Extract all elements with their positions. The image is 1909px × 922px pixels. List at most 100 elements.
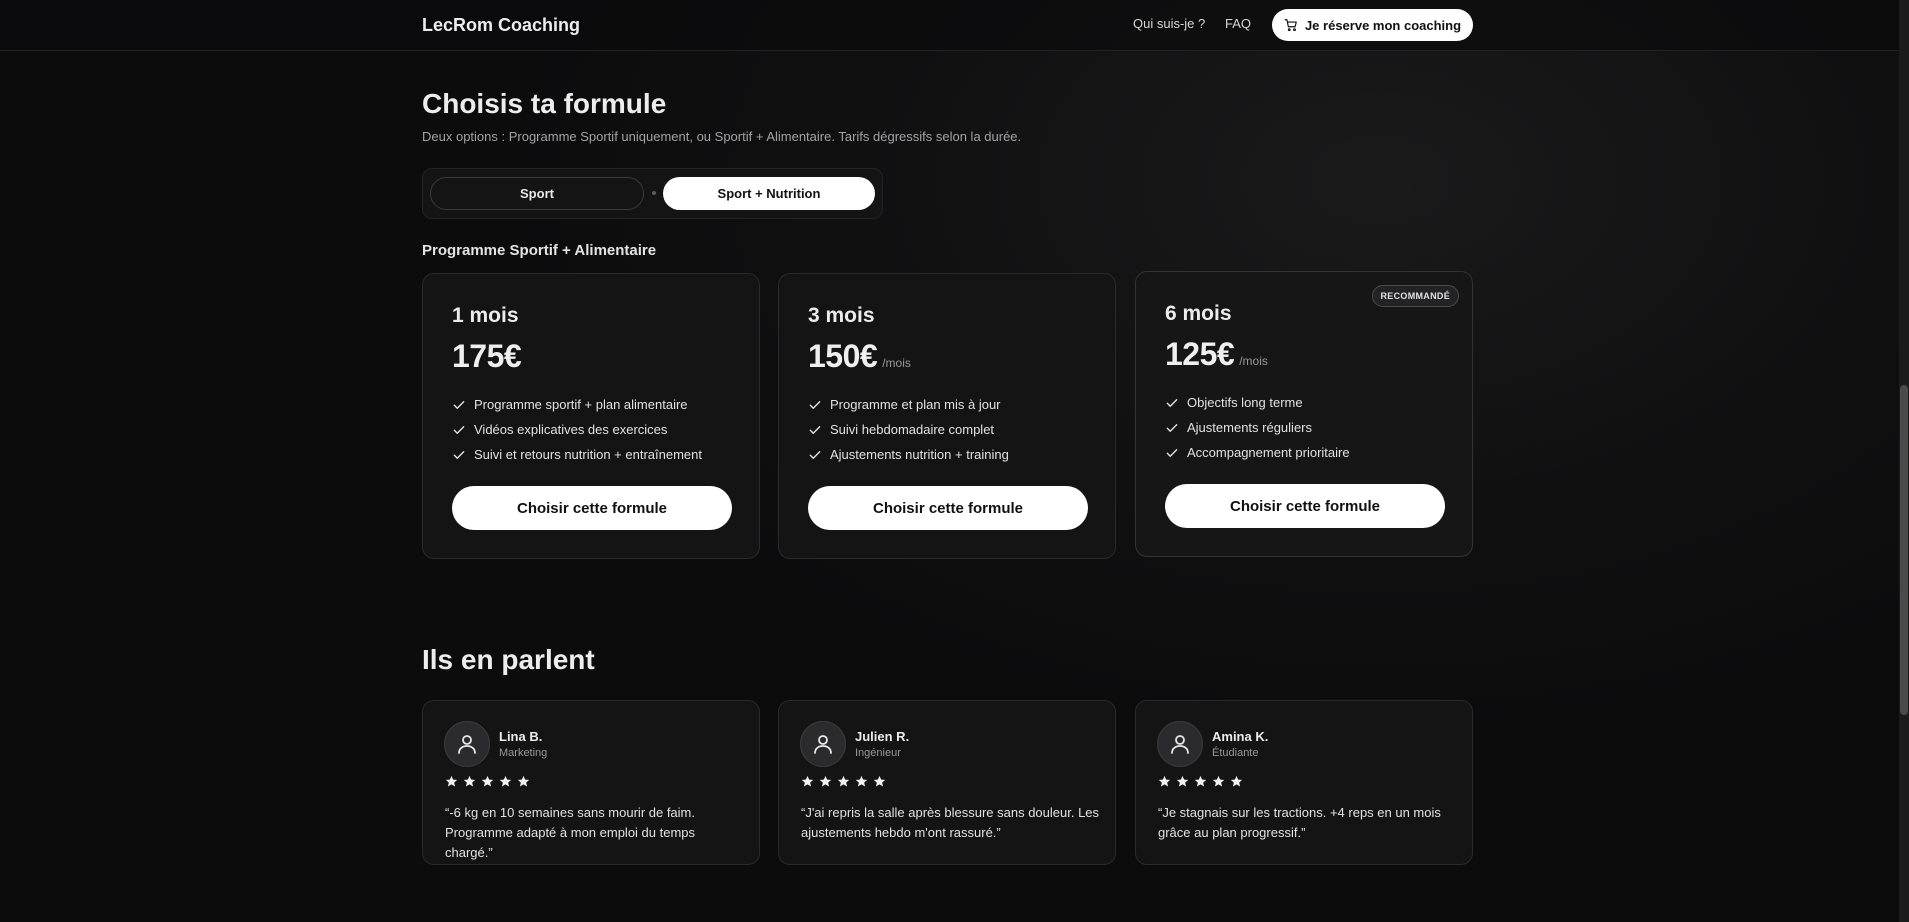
check-icon xyxy=(453,400,465,409)
toggle-sport[interactable]: Sport xyxy=(430,177,644,210)
star-icon xyxy=(1212,775,1225,787)
avatar xyxy=(800,721,846,767)
star-icon xyxy=(837,775,850,787)
feature-text: Programme et plan mis à jour xyxy=(830,397,1001,412)
testimonial-quote: “J'ai repris la salle après blessure san… xyxy=(801,805,1100,840)
feature-text: Suivi et retours nutrition + entraînemen… xyxy=(474,447,702,462)
avatar xyxy=(1157,721,1203,767)
plan-name: 6 mois xyxy=(1165,302,1232,325)
testimonial-quote: “-6 kg en 10 semaines sans mourir de fai… xyxy=(445,805,696,860)
star-icon xyxy=(463,775,476,787)
plan-card-3-months: 3 mois 150€ /mois Programme et plan mis … xyxy=(778,273,1116,559)
feature-text: Accompagnement prioritaire xyxy=(1187,445,1350,460)
testimonial-role: Ingénieur xyxy=(855,747,901,759)
choose-plan-button[interactable]: Choisir cette formule xyxy=(808,486,1088,530)
user-icon xyxy=(458,735,476,754)
testimonial-role: Étudiante xyxy=(1212,747,1259,759)
testimonial-role: Marketing xyxy=(499,747,548,759)
book-coaching-button[interactable]: Je réserve mon coaching xyxy=(1272,9,1473,41)
site-header: LecRom Coaching Qui suis-je ? FAQ Je rés… xyxy=(0,0,1899,51)
star-icon xyxy=(873,775,886,787)
check-icon xyxy=(453,425,465,434)
plan-name: 1 mois xyxy=(452,304,519,327)
plan-price: 125€ xyxy=(1165,336,1235,372)
star-icon xyxy=(499,775,512,787)
plan-price-period: /mois xyxy=(882,356,911,370)
plan-section-label: Programme Sportif + Alimentaire xyxy=(422,242,657,259)
check-icon xyxy=(1166,423,1178,432)
plan-name: 3 mois xyxy=(808,304,875,327)
cart-icon xyxy=(1284,19,1297,32)
feature-item: Ajustements nutrition + training xyxy=(808,442,1009,467)
nav-link-faq[interactable]: FAQ xyxy=(1225,16,1251,31)
feature-text: Vidéos explicatives des exercices xyxy=(474,422,668,437)
book-coaching-label: Je réserve mon coaching xyxy=(1304,17,1462,33)
user-icon xyxy=(814,735,832,754)
feature-item: Suivi hebdomadaire complet xyxy=(808,417,1009,442)
star-icon xyxy=(1158,775,1171,787)
recommended-badge: RECOMMANDÉ xyxy=(1371,285,1459,307)
check-icon xyxy=(453,450,465,459)
avatar xyxy=(444,721,490,767)
feature-text: Ajustements réguliers xyxy=(1187,420,1312,435)
star-rating xyxy=(1158,775,1243,788)
feature-item: Vidéos explicatives des exercices xyxy=(452,417,702,442)
star-icon xyxy=(1230,775,1243,787)
feature-item: Objectifs long terme xyxy=(1165,390,1350,415)
plan-price: 150€ xyxy=(808,338,878,374)
plan-features: Programme sportif + plan alimentaire Vid… xyxy=(452,392,702,467)
feature-text: Suivi hebdomadaire complet xyxy=(830,422,995,437)
pricing-subtitle: Deux options : Programme Sportif uniquem… xyxy=(422,129,1022,144)
star-icon xyxy=(855,775,868,787)
check-icon xyxy=(809,450,821,459)
toggle-sport-nutrition[interactable]: Sport + Nutrition xyxy=(663,177,875,210)
star-rating xyxy=(445,775,530,788)
testimonial-card: Lina B. Marketing “-6 kg en 10 semaines … xyxy=(422,700,760,865)
testimonials-title: Ils en parlent xyxy=(422,644,595,675)
scrollbar-thumb[interactable] xyxy=(1900,385,1908,715)
star-rating xyxy=(801,775,886,788)
feature-text: Objectifs long terme xyxy=(1187,395,1303,410)
testimonial-name: Julien R. xyxy=(855,729,910,744)
star-icon xyxy=(819,775,832,787)
toggle-separator xyxy=(652,191,656,195)
testimonial-card: Amina K. Étudiante “Je stagnais sur les … xyxy=(1135,700,1473,865)
plan-price: 175€ xyxy=(452,338,522,374)
feature-text: Ajustements nutrition + training xyxy=(830,447,1009,462)
plan-price-line: 175€ xyxy=(452,338,526,375)
plan-price-line: 150€ /mois xyxy=(808,338,911,375)
star-icon xyxy=(445,775,458,787)
plan-features: Programme et plan mis à jour Suivi hebdo… xyxy=(808,392,1009,467)
user-icon xyxy=(1171,735,1189,754)
formula-toggle: Sport Sport + Nutrition xyxy=(422,168,883,219)
plan-card-6-months: RECOMMANDÉ 6 mois 125€ /mois Objectifs l… xyxy=(1135,271,1473,557)
page-scrollbar[interactable] xyxy=(1899,0,1909,922)
feature-item: Suivi et retours nutrition + entraînemen… xyxy=(452,442,702,467)
star-icon xyxy=(1194,775,1207,787)
star-icon xyxy=(481,775,494,787)
testimonial-card: Julien R. Ingénieur “J'ai repris la sall… xyxy=(778,700,1116,865)
feature-item: Accompagnement prioritaire xyxy=(1165,440,1350,465)
star-icon xyxy=(1176,775,1189,787)
brand-logo[interactable]: LecRom Coaching xyxy=(422,15,580,36)
check-icon xyxy=(1166,398,1178,407)
check-icon xyxy=(809,400,821,409)
feature-item: Programme et plan mis à jour xyxy=(808,392,1009,417)
choose-plan-button[interactable]: Choisir cette formule xyxy=(452,486,732,530)
feature-item: Programme sportif + plan alimentaire xyxy=(452,392,702,417)
check-icon xyxy=(1166,448,1178,457)
choose-plan-button[interactable]: Choisir cette formule xyxy=(1165,484,1445,528)
plan-features: Objectifs long terme Ajustements régulie… xyxy=(1165,390,1350,465)
feature-item: Ajustements réguliers xyxy=(1165,415,1350,440)
testimonial-name: Amina K. xyxy=(1212,729,1269,744)
plan-card-1-month: 1 mois 175€ Programme sportif + plan ali… xyxy=(422,273,760,559)
testimonial-quote: “Je stagnais sur les tractions. +4 reps … xyxy=(1158,805,1441,840)
plan-price-period: /mois xyxy=(1239,354,1268,368)
nav-link-about[interactable]: Qui suis-je ? xyxy=(1133,16,1205,31)
testimonial-name: Lina B. xyxy=(499,729,543,744)
feature-text: Programme sportif + plan alimentaire xyxy=(474,397,688,412)
star-icon xyxy=(517,775,530,787)
star-icon xyxy=(801,775,814,787)
plan-price-line: 125€ /mois xyxy=(1165,336,1268,373)
check-icon xyxy=(809,425,821,434)
